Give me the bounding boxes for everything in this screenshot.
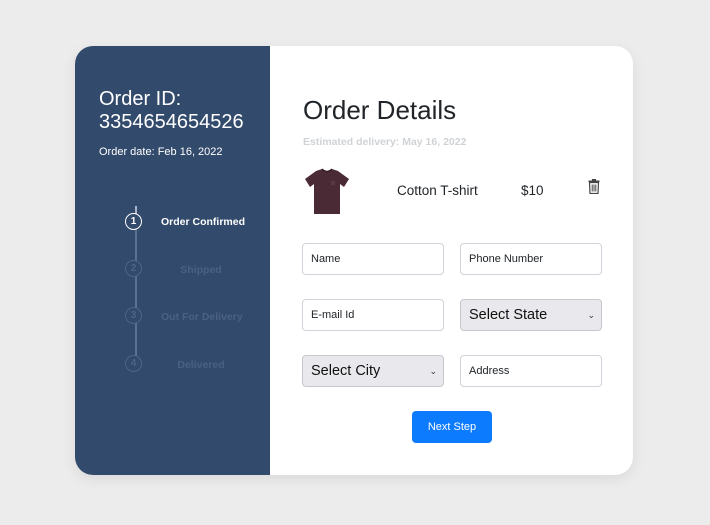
chevron-down-icon: ⌄ <box>587 310 595 320</box>
city-select-value: Select City <box>311 363 381 379</box>
progress-track <box>135 206 137 366</box>
order-card: Order ID: 3354654654526 Order date: Feb … <box>75 46 633 475</box>
step-1-label: Order Confirmed <box>161 216 246 228</box>
step-2-label: Shipped <box>180 264 222 276</box>
step-4-label: Delivered <box>177 359 225 371</box>
step-1-circle: 1 <box>125 213 142 230</box>
order-sidebar: Order ID: 3354654654526 Order date: Feb … <box>75 46 270 475</box>
state-select[interactable]: Select State ⌄ <box>460 299 602 331</box>
step-3-circle: 3 <box>125 307 142 324</box>
email-input[interactable] <box>302 299 444 331</box>
state-select-value: Select State <box>469 307 548 323</box>
address-input[interactable] <box>460 355 602 387</box>
city-select[interactable]: Select City ⌄ <box>302 355 444 387</box>
order-progress-steps: 1 Order Confirmed 2 Shipped 3 Out For De… <box>75 46 270 475</box>
step-4-circle: 4 <box>125 355 142 372</box>
order-details-panel: Order Details Estimated delivery: May 16… <box>270 46 633 475</box>
step-2-circle: 2 <box>125 260 142 277</box>
product-price: $10 <box>521 183 544 198</box>
trash-icon[interactable] <box>588 179 600 194</box>
step-3-label: Out For Delivery <box>161 311 243 323</box>
page-title: Order Details <box>303 95 457 125</box>
next-step-button[interactable]: Next Step <box>412 411 492 443</box>
product-name: Cotton T-shirt <box>397 183 478 198</box>
chevron-down-icon: ⌄ <box>429 366 437 376</box>
estimated-delivery: Estimated delivery: May 16, 2022 <box>303 136 467 148</box>
phone-number-input[interactable] <box>460 243 602 275</box>
name-input[interactable] <box>302 243 444 275</box>
tshirt-image <box>305 168 349 214</box>
